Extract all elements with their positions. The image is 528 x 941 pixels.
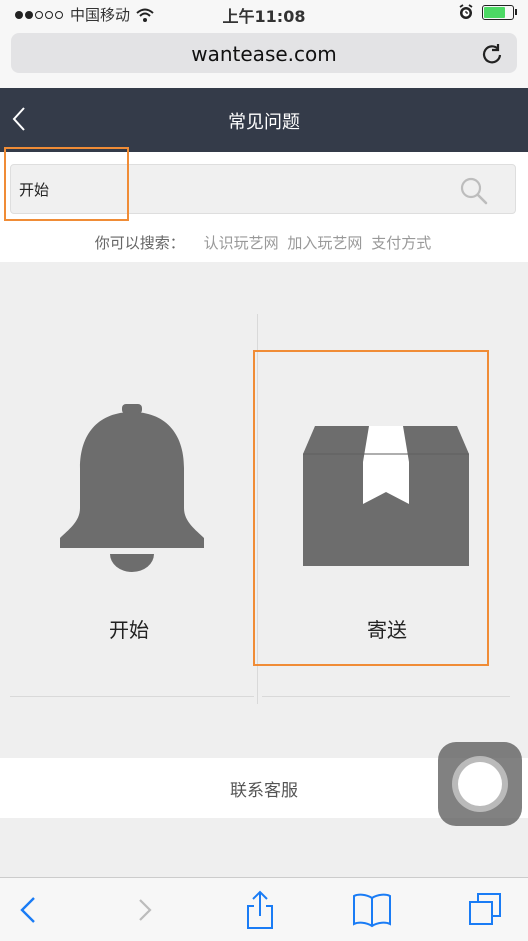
hint-label: 你可以搜索： — [94, 234, 185, 252]
search-icon[interactable] — [459, 176, 489, 206]
grid-divider-left — [10, 696, 254, 697]
category-start-label: 开始 — [109, 618, 149, 642]
address-bar[interactable]: wantease.com — [11, 33, 517, 73]
assistive-touch-ring-icon — [452, 756, 508, 812]
forward-arrow-icon[interactable] — [124, 890, 164, 930]
assistive-touch-dot — [458, 762, 502, 806]
battery-icon — [482, 4, 517, 20]
highlight-box-search — [4, 147, 129, 221]
alarm-icon — [459, 4, 473, 19]
url-text[interactable]: wantease.com — [11, 42, 517, 66]
hint-link-payment[interactable]: 支付方式 — [371, 234, 431, 252]
share-icon[interactable] — [240, 890, 280, 930]
category-start[interactable]: 开始 — [0, 264, 258, 694]
grid-divider-right — [262, 696, 510, 697]
status-right — [458, 4, 517, 20]
assistive-touch-button[interactable] — [438, 742, 522, 826]
back-arrow-icon[interactable] — [8, 890, 48, 930]
reload-icon[interactable] — [481, 42, 503, 64]
clock: 上午11:08 — [222, 7, 306, 26]
app-header: 常见问题 — [0, 88, 528, 152]
browser-toolbar — [0, 877, 528, 941]
hint-link-join[interactable]: 加入玩艺网 — [287, 234, 362, 252]
status-bar: 中国移动 上午11:08 — [0, 0, 528, 28]
bell-icon — [60, 404, 204, 572]
page-title: 常见问题 — [228, 112, 300, 133]
highlight-box-delivery — [253, 350, 489, 666]
tabs-icon[interactable] — [466, 890, 506, 930]
search-hints: 你可以搜索： 认识玩艺网 加入玩艺网 支付方式 — [0, 232, 528, 253]
hint-link-about[interactable]: 认识玩艺网 — [204, 234, 279, 252]
bookmarks-icon[interactable] — [352, 890, 392, 930]
browser-chrome: wantease.com — [0, 28, 528, 88]
